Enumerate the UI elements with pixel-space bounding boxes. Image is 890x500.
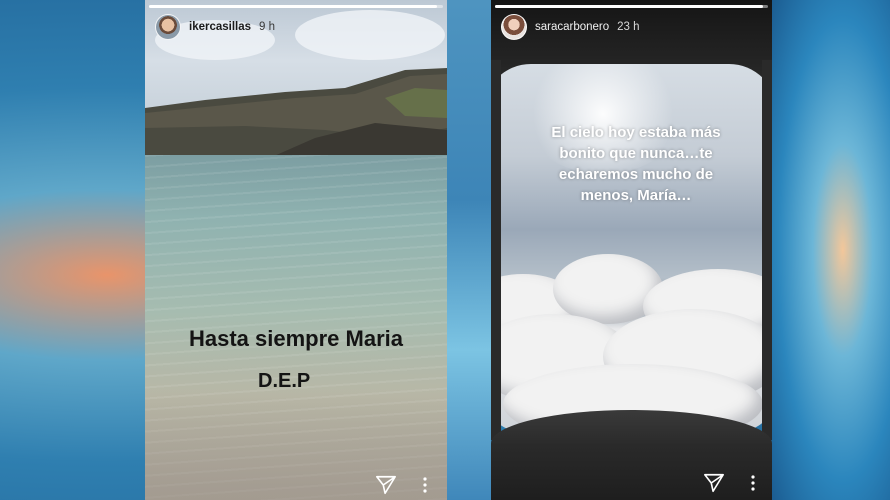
airplane-window-photo bbox=[491, 64, 772, 432]
story-progress-bar bbox=[149, 5, 443, 8]
story-card-saracarbonero[interactable]: saracarbonero 23 h El cielo hoy estaba m… bbox=[491, 0, 772, 500]
story-header: ikercasillas 9 h bbox=[155, 14, 275, 40]
more-options-icon[interactable] bbox=[422, 476, 428, 494]
username[interactable]: ikercasillas bbox=[189, 21, 251, 33]
airplane-frame-bottom bbox=[491, 410, 772, 500]
sand-shade bbox=[145, 390, 447, 500]
timestamp: 23 h bbox=[617, 21, 640, 33]
send-icon[interactable] bbox=[703, 472, 725, 494]
story-progress-fill bbox=[495, 5, 763, 8]
story-progress-bar bbox=[495, 5, 768, 8]
story-caption-secondary: D.E.P bbox=[258, 370, 311, 392]
username[interactable]: saracarbonero bbox=[535, 21, 609, 33]
airplane-frame-right bbox=[762, 60, 772, 440]
cloud bbox=[295, 10, 445, 60]
story-caption: El cielo hoy estaba más bonito que nunca… bbox=[551, 124, 721, 204]
airplane-frame-left bbox=[491, 60, 501, 440]
story-progress-fill bbox=[149, 5, 438, 8]
background-blur-center bbox=[447, 0, 491, 500]
timestamp: 9 h bbox=[259, 21, 276, 33]
story-header: saracarbonero 23 h bbox=[501, 14, 640, 40]
background-blur-right bbox=[772, 0, 890, 500]
more-options-icon[interactable] bbox=[750, 474, 756, 492]
avatar[interactable] bbox=[501, 14, 527, 40]
send-icon[interactable] bbox=[375, 474, 397, 496]
story-card-ikercasillas[interactable]: ikercasillas 9 h Hasta siempre Maria D.E… bbox=[145, 0, 447, 500]
story-caption: Hasta siempre Maria bbox=[189, 326, 403, 351]
avatar[interactable] bbox=[155, 14, 181, 40]
